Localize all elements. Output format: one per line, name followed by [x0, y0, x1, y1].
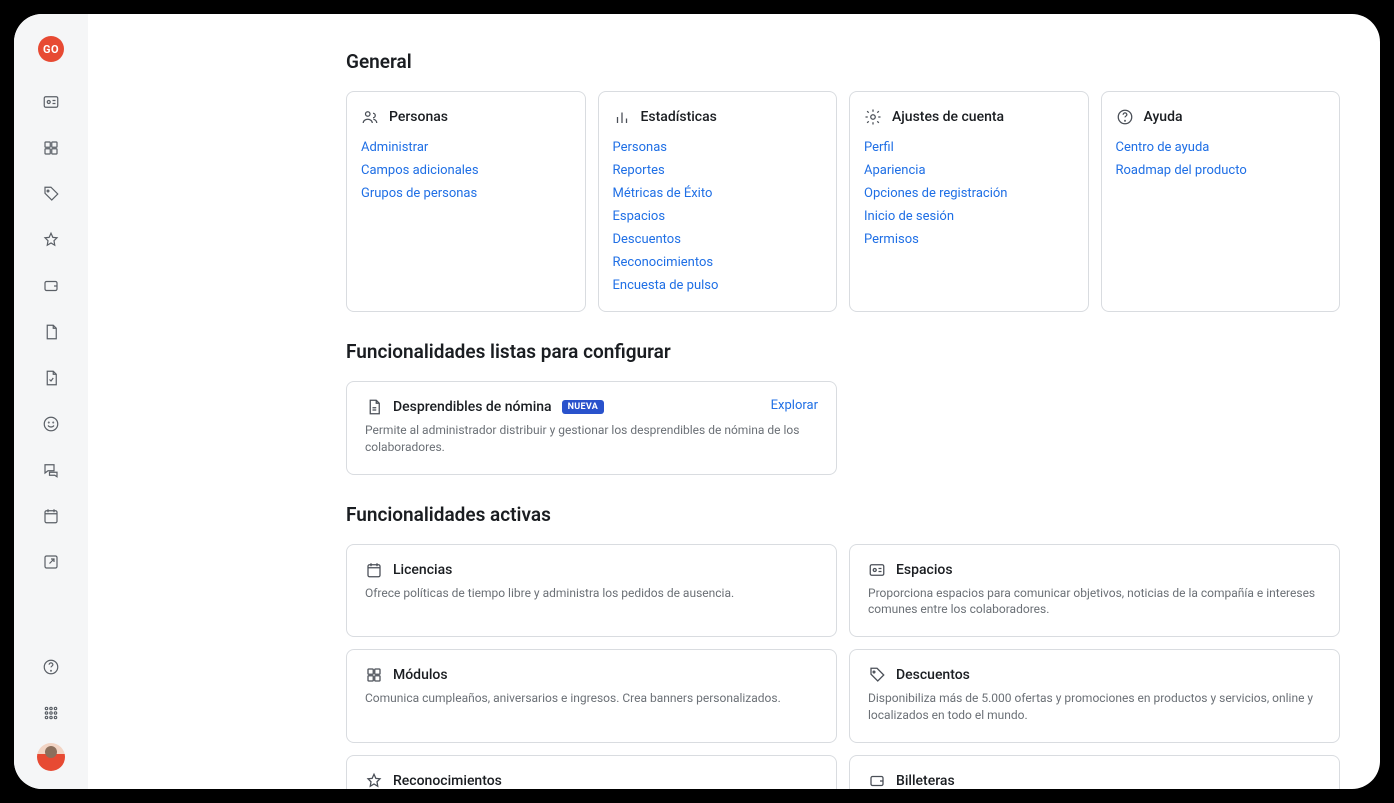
feature-reconocimientos[interactable]: Reconocimientos Entrega de reconocimient… — [346, 755, 837, 789]
section-title-active: Funcionalidades activas — [346, 503, 1340, 526]
feature-licencias[interactable]: Licencias Ofrece políticas de tiempo lib… — [346, 544, 837, 638]
nav-modules-icon[interactable] — [35, 132, 67, 164]
link-reconocimientos[interactable]: Reconocimientos — [613, 255, 823, 270]
link-metricas-exito[interactable]: Métricas de Éxito — [613, 186, 823, 201]
link-encuesta-pulso[interactable]: Encuesta de pulso — [613, 278, 823, 293]
nav-document2-icon[interactable] — [35, 362, 67, 394]
people-icon — [361, 108, 379, 126]
nav-document-icon[interactable] — [35, 316, 67, 348]
feature-modulos[interactable]: Módulos Comunica cumpleaños, aniversario… — [346, 649, 837, 743]
link-inicio-sesion[interactable]: Inicio de sesión — [864, 209, 1074, 224]
link-opciones-registracion[interactable]: Opciones de registración — [864, 186, 1074, 201]
nav-external-icon[interactable] — [35, 546, 67, 578]
card-title: Estadísticas — [641, 109, 717, 125]
sidebar: GO — [14, 14, 88, 789]
nav-chat-icon[interactable] — [35, 454, 67, 486]
feature-billeteras[interactable]: Billeteras Un ecosistema completo para g… — [849, 755, 1340, 789]
nav-people-icon[interactable] — [35, 86, 67, 118]
link-espacios[interactable]: Espacios — [613, 209, 823, 224]
feature-desc: Comunica cumpleaños, aniversarios e ingr… — [365, 690, 818, 707]
card-ayuda: Ayuda Centro de ayuda Roadmap del produc… — [1101, 91, 1341, 312]
star-icon — [365, 772, 383, 789]
grid-icon — [365, 666, 383, 684]
main-content: General Personas Administrar Campos adic… — [88, 14, 1380, 789]
wallet-icon — [868, 772, 886, 789]
feature-desc: Permite al administrador distribuir y ge… — [365, 422, 818, 456]
feature-espacios[interactable]: Espacios Proporciona espacios para comun… — [849, 544, 1340, 638]
badge-nueva: NUEVA — [562, 400, 604, 414]
feature-title: Espacios — [896, 562, 953, 578]
nav-apps-icon[interactable] — [35, 697, 67, 729]
card-title: Personas — [389, 109, 448, 125]
link-perfil[interactable]: Perfil — [864, 140, 1074, 155]
nav-smile-icon[interactable] — [35, 408, 67, 440]
feature-title: Desprendibles de nómina — [393, 399, 552, 415]
nav-calendar-icon[interactable] — [35, 500, 67, 532]
feature-desc: Proporciona espacios para comunicar obje… — [868, 585, 1321, 619]
card-title: Ayuda — [1144, 109, 1183, 125]
help-icon — [1116, 108, 1134, 126]
card-personas: Personas Administrar Campos adicionales … — [346, 91, 586, 312]
spaces-icon — [868, 561, 886, 579]
nav-help-icon[interactable] — [35, 651, 67, 683]
tag-icon — [868, 666, 886, 684]
card-ajustes: Ajustes de cuenta Perfil Apariencia Opci… — [849, 91, 1089, 312]
document-icon — [365, 398, 383, 416]
nav-tag-icon[interactable] — [35, 178, 67, 210]
link-grupos-personas[interactable]: Grupos de personas — [361, 186, 571, 201]
feature-title: Billeteras — [896, 773, 955, 789]
link-reportes[interactable]: Reportes — [613, 163, 823, 178]
gear-icon — [864, 108, 882, 126]
section-title-ready: Funcionalidades listas para configurar — [346, 340, 1340, 363]
card-title: Ajustes de cuenta — [892, 109, 1004, 125]
feature-desprendibles[interactable]: Desprendibles de nómina NUEVA Explorar P… — [346, 381, 837, 475]
nav-star-icon[interactable] — [35, 224, 67, 256]
card-estadisticas: Estadísticas Personas Reportes Métricas … — [598, 91, 838, 312]
calendar-icon — [365, 561, 383, 579]
nav-wallet-icon[interactable] — [35, 270, 67, 302]
link-permisos[interactable]: Permisos — [864, 232, 1074, 247]
feature-title: Licencias — [393, 562, 452, 578]
link-apariencia[interactable]: Apariencia — [864, 163, 1074, 178]
link-centro-ayuda[interactable]: Centro de ayuda — [1116, 140, 1326, 155]
section-title-general: General — [346, 50, 1340, 73]
link-stat-personas[interactable]: Personas — [613, 140, 823, 155]
explore-link[interactable]: Explorar — [771, 398, 818, 413]
feature-desc: Ofrece políticas de tiempo libre y admin… — [365, 585, 818, 602]
link-administrar[interactable]: Administrar — [361, 140, 571, 155]
link-roadmap[interactable]: Roadmap del producto — [1116, 163, 1326, 178]
feature-title: Reconocimientos — [393, 773, 502, 789]
feature-desc: Disponibiliza más de 5.000 ofertas y pro… — [868, 690, 1321, 724]
link-descuentos[interactable]: Descuentos — [613, 232, 823, 247]
feature-title: Módulos — [393, 667, 448, 683]
app-logo[interactable]: GO — [38, 36, 64, 62]
feature-title: Descuentos — [896, 667, 970, 683]
chart-icon — [613, 108, 631, 126]
feature-descuentos[interactable]: Descuentos Disponibiliza más de 5.000 of… — [849, 649, 1340, 743]
link-campos-adicionales[interactable]: Campos adicionales — [361, 163, 571, 178]
user-avatar[interactable] — [37, 743, 65, 771]
